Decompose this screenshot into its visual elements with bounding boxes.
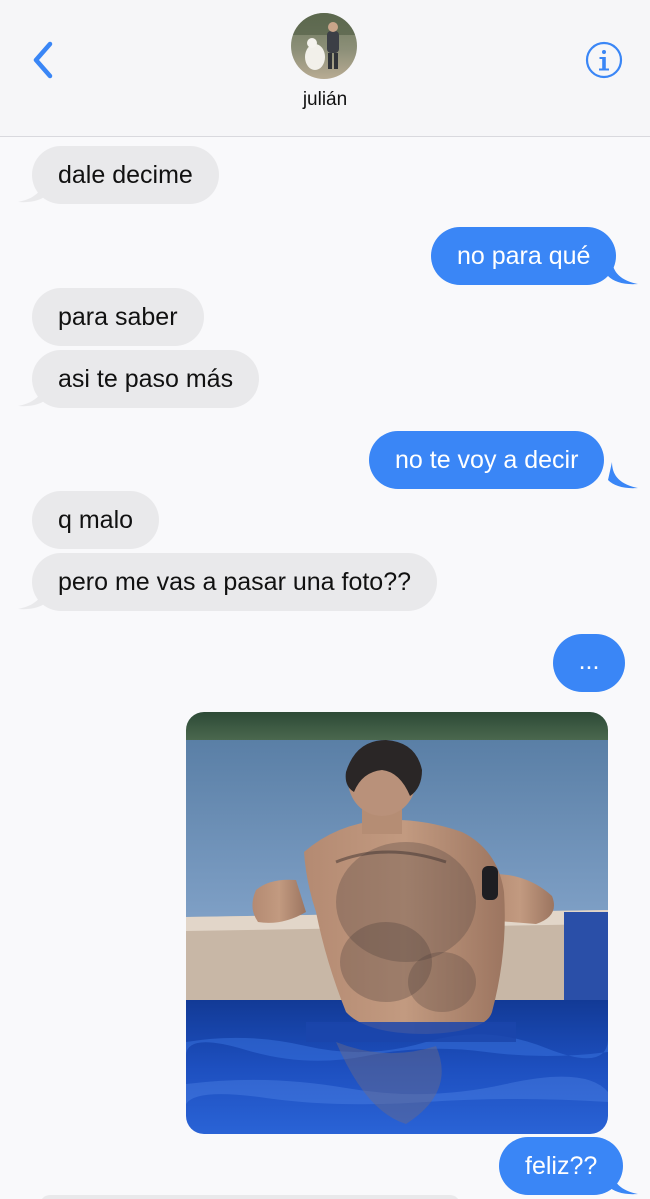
chevron-left-icon [33,41,53,79]
message-bubble-outgoing[interactable]: ... [553,634,625,692]
message-bubble-outgoing[interactable]: feliz?? [499,1137,624,1195]
message-bubble-incoming[interactable]: pero me vas a pasar una foto?? [32,553,438,611]
message-bubble-outgoing[interactable]: no para qué [431,227,617,285]
back-button[interactable] [28,38,60,82]
message-bubble-incoming[interactable]: dale decime [32,146,219,204]
bubble-tail [608,462,638,489]
chat-screen: julián dale decime no para qué para sabe… [0,0,650,1199]
message-bubble-incoming[interactable]: q malo [32,491,160,549]
info-button[interactable] [585,41,623,79]
avatar[interactable] [291,13,357,79]
photo-image [186,712,608,1134]
message-bubble-incoming-partial [40,1195,460,1199]
message-bubble-incoming[interactable]: asi te paso más [32,350,260,408]
message-photo[interactable] [186,712,608,1134]
contact-name[interactable]: julián [0,89,650,111]
message-bubble-incoming[interactable]: para saber [32,288,204,346]
info-icon [585,41,623,79]
chat-header: julián [0,0,650,137]
message-bubble-outgoing[interactable]: no te voy a decir [369,431,605,489]
